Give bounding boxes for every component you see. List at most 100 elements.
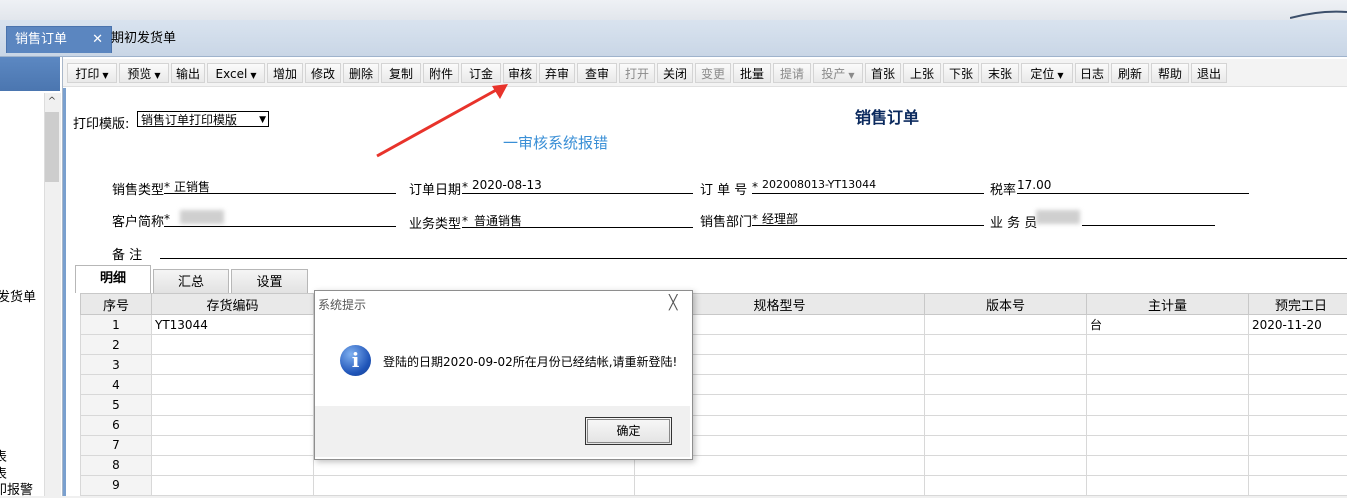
check-approve-button[interactable]: 查审 [577,63,617,83]
export-button[interactable]: 输出 [171,63,205,83]
tab-detail[interactable]: 明细 [75,265,151,293]
table-row[interactable]: 7 [81,435,1347,455]
cell[interactable] [1087,375,1249,395]
tab-sales-order[interactable]: 销售订单 ✕ [6,26,112,53]
sales-type-label: 销售类型 [112,179,164,198]
production-button[interactable]: 投产▼ [813,63,863,83]
close-icon[interactable]: ✕ [92,27,103,53]
cell[interactable] [925,375,1087,395]
remark-field[interactable] [160,258,1347,259]
excel-button[interactable]: Excel▼ [207,63,265,83]
cell[interactable] [925,355,1087,375]
print-button[interactable]: 打印▼ [67,63,117,83]
cell[interactable] [925,395,1087,415]
row-number: 4 [81,375,152,395]
cell[interactable] [1087,415,1249,435]
table-row[interactable]: 3 [81,355,1347,375]
row-number: 8 [81,455,152,475]
tab-summary[interactable]: 汇总 [153,269,229,293]
date-cell[interactable]: 2020-11-20 [1249,315,1347,335]
log-button[interactable]: 日志 [1075,63,1109,83]
cell[interactable] [152,395,314,415]
row-number: 1 [81,315,152,335]
last-button[interactable]: 末张 [981,63,1019,83]
preview-button[interactable]: 预览▼ [119,63,169,83]
cell[interactable] [1249,395,1347,415]
unapprove-button[interactable]: 弃审 [539,63,575,83]
help-button[interactable]: 帮助 [1151,63,1189,83]
close-button[interactable]: 关闭 [657,63,693,83]
open-button[interactable]: 打开 [619,63,655,83]
cell[interactable] [1087,395,1249,415]
cell[interactable] [1087,355,1249,375]
cell[interactable] [152,455,314,475]
exit-button[interactable]: 退出 [1191,63,1227,83]
scroll-up-icon[interactable]: ^ [44,93,60,111]
cell[interactable] [1249,415,1347,435]
locate-button[interactable]: 定位▼ [1021,63,1073,83]
cell[interactable] [925,415,1087,435]
table-row[interactable]: 4 [81,375,1347,395]
order-number-field[interactable]: 202008013-YT13044 [762,178,876,191]
refresh-button[interactable]: 刷新 [1111,63,1149,83]
scrollbar-thumb[interactable] [45,112,59,182]
tab-settings[interactable]: 设置 [231,269,308,293]
cell[interactable] [925,315,1087,335]
cell[interactable] [1249,435,1347,455]
close-icon[interactable]: ╳ [669,295,677,311]
cell[interactable] [925,435,1087,455]
table-row[interactable]: 2 [81,335,1347,355]
next-button[interactable]: 下张 [943,63,979,83]
previous-button[interactable]: 上张 [903,63,941,83]
cell[interactable] [925,335,1087,355]
edit-button[interactable]: 修改 [305,63,341,83]
table-row[interactable]: 1 YT13044 台 2020-11-20 [81,315,1347,335]
inventory-code-cell[interactable]: YT13044 [152,315,314,335]
table-row[interactable]: 9 [81,475,1347,495]
cell[interactable] [1087,435,1249,455]
request-button[interactable]: 提请 [773,63,811,83]
column-header[interactable]: 主计量 [1087,294,1249,315]
tab-initial-delivery[interactable]: 期初发货单 [103,26,184,52]
cell[interactable] [1249,355,1347,375]
cell[interactable] [1087,335,1249,355]
add-button[interactable]: 增加 [267,63,303,83]
nav-item[interactable]: 印报警 [0,479,33,498]
ok-button[interactable]: 确定 [585,417,672,445]
cell[interactable] [1087,475,1249,495]
first-button[interactable]: 首张 [865,63,901,83]
cell[interactable] [925,455,1087,475]
cell[interactable] [152,415,314,435]
cell[interactable] [152,355,314,375]
column-header[interactable]: 预完工日 [1249,294,1347,315]
column-header[interactable]: 序号 [81,294,152,315]
print-template-label: 打印模版: [73,113,129,132]
order-date-field[interactable]: 2020-08-13 [472,178,542,192]
underline [752,225,984,226]
print-template-select[interactable]: 销售订单打印模版▼ [137,111,269,127]
nav-item[interactable]: 发货单 [0,286,36,305]
table-row[interactable]: 6 [81,415,1347,435]
column-header[interactable]: 版本号 [925,294,1087,315]
cell[interactable] [1249,335,1347,355]
cell[interactable] [1087,455,1249,475]
cell[interactable] [314,475,635,495]
tax-rate-field[interactable]: 17.00 [1017,178,1051,192]
change-button[interactable]: 变更 [695,63,731,83]
cell[interactable] [152,335,314,355]
batch-button[interactable]: 批量 [733,63,771,83]
cell[interactable] [152,435,314,455]
cell[interactable] [635,475,925,495]
cell[interactable] [152,375,314,395]
table-row[interactable]: 8 [81,455,1347,475]
column-header[interactable]: 存货编码 [152,294,314,315]
cell[interactable] [1249,475,1347,495]
cell[interactable] [925,475,1087,495]
table-row[interactable]: 5 [81,395,1347,415]
dropdown-icon: ▼ [154,71,160,80]
cell[interactable] [1249,455,1347,475]
cell[interactable] [1249,375,1347,395]
left-nav-header [0,57,60,91]
cell[interactable] [152,475,314,495]
unit-cell[interactable]: 台 [1087,315,1249,335]
